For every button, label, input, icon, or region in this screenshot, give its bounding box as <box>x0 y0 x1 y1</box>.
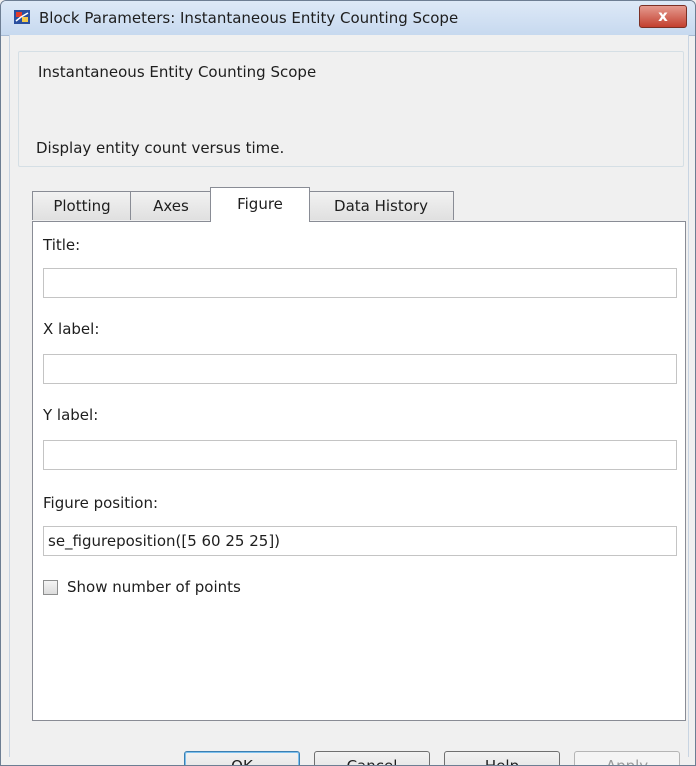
title-label: Title: <box>43 236 81 254</box>
ok-button[interactable]: OK <box>184 751 300 765</box>
simulink-block-icon <box>14 10 30 24</box>
figure-tab-panel: Title: X label: Y label: Figure position… <box>32 221 686 721</box>
apply-button[interactable]: Apply <box>574 751 680 765</box>
tab-data-history[interactable]: Data History <box>308 191 454 220</box>
tab-plotting[interactable]: Plotting <box>32 191 132 220</box>
tab-figure[interactable]: Figure <box>210 187 310 222</box>
show-number-of-points-label[interactable]: Show number of points <box>67 578 241 596</box>
group-title: Instantaneous Entity Counting Scope <box>36 63 319 81</box>
figure-position-input[interactable] <box>43 526 677 556</box>
close-icon: x <box>658 7 668 25</box>
help-button[interactable]: Help <box>444 751 560 765</box>
window-title: Block Parameters: Instantaneous Entity C… <box>39 9 459 27</box>
cancel-button[interactable]: Cancel <box>314 751 430 765</box>
tab-axes[interactable]: Axes <box>130 191 212 220</box>
dialog-window: Block Parameters: Instantaneous Entity C… <box>0 0 696 766</box>
x-label-input[interactable] <box>43 354 677 384</box>
title-input[interactable] <box>43 268 677 298</box>
close-button[interactable]: x <box>639 5 687 28</box>
y-label-input[interactable] <box>43 440 677 470</box>
y-label-label: Y label: <box>43 406 99 424</box>
show-number-of-points-checkbox[interactable] <box>43 580 58 595</box>
x-label-label: X label: <box>43 320 100 338</box>
figure-position-label: Figure position: <box>43 494 159 512</box>
title-bar[interactable]: Block Parameters: Instantaneous Entity C… <box>1 1 695 36</box>
block-description: Display entity count versus time. <box>36 139 285 157</box>
dialog-body: Instantaneous Entity Counting Scope Disp… <box>9 35 689 765</box>
